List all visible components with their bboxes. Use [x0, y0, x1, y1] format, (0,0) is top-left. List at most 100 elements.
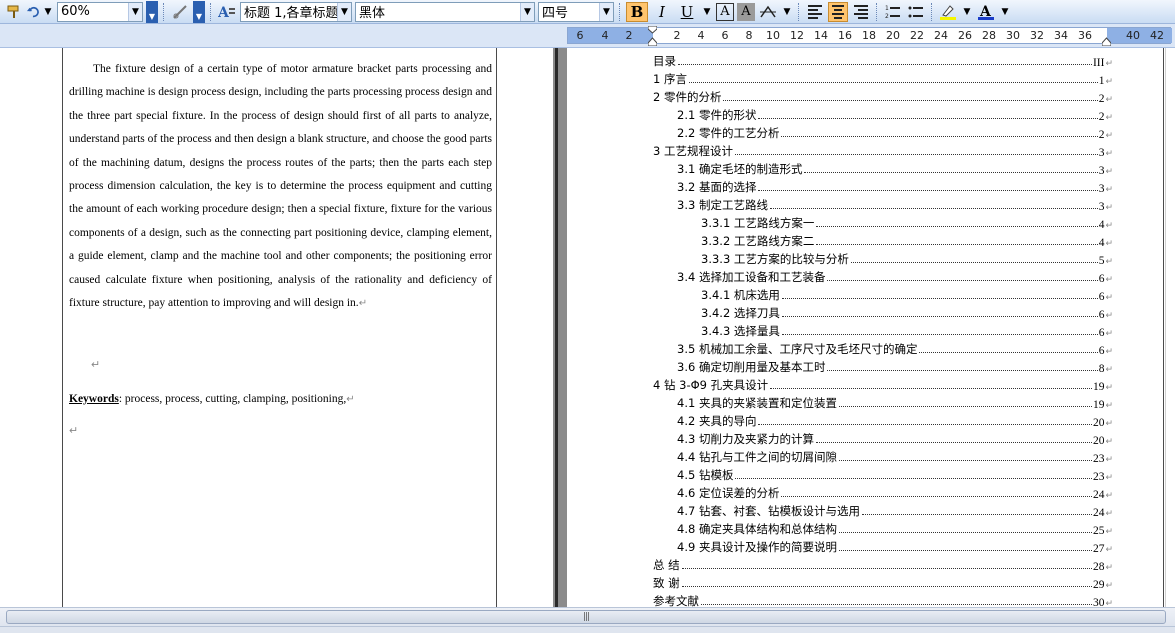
font-color-button[interactable]: A [976, 2, 996, 22]
toc-entry[interactable]: 3.5 机械加工余量、工序尺寸及毛坯尺寸的确定 6 ↵ [653, 339, 1113, 357]
scrollbar-thumb[interactable]: ||| [6, 610, 1166, 624]
toc-leader-dots [861, 514, 1092, 515]
toc-entry[interactable]: 3.4.1 机床选用 6 ↵ [653, 285, 1113, 303]
keywords-line: Keywords: process, process, cutting, cla… [69, 393, 355, 405]
toc-entry-title: 4.7 钻套、衬套、钻模板设计与选用 [677, 504, 860, 518]
toc-entry[interactable]: 3.4 选择加工设备和工艺装备 6 ↵ [653, 267, 1113, 285]
toc-entry[interactable]: 4.1 夹具的夹紧装置和定位装置 19 ↵ [653, 393, 1113, 411]
font-size-dropdown-arrow-icon[interactable]: ▼ [599, 2, 613, 21]
toc-entry[interactable]: 3 工艺规程设计 3 ↵ [653, 141, 1113, 159]
toc-entry[interactable]: 2.1 零件的形状 2 ↵ [653, 105, 1113, 123]
toc-entry-title: 参考文献 [653, 594, 699, 607]
toc-entry[interactable]: 4.8 确定夹具体结构和总体结构 25 ↵ [653, 519, 1113, 537]
highlight-icon[interactable] [938, 2, 958, 22]
font-color-dropdown-arrow-icon[interactable]: ▼ [999, 2, 1011, 22]
undo-icon[interactable] [27, 2, 39, 22]
svg-text:2: 2 [885, 13, 889, 20]
toc-leader-dots [816, 244, 1098, 245]
toc-entry[interactable]: 3.3.3 工艺方案的比较与分析 5 ↵ [653, 249, 1113, 267]
toc-entry[interactable]: 4.2 夹具的导向 20 ↵ [653, 411, 1113, 429]
toc-entry[interactable]: 4.5 钻模板 23 ↵ [653, 465, 1113, 483]
underline-dropdown-arrow-icon[interactable]: ▼ [701, 2, 713, 22]
toc-entry[interactable]: 3.6 确定切削用量及基本工时 8 ↵ [653, 357, 1113, 375]
toc-entry[interactable]: 3.3.2 工艺路线方案二 4 ↵ [653, 231, 1113, 249]
align-left-button[interactable] [805, 2, 825, 22]
numbering-icon[interactable]: 12 [883, 2, 903, 22]
toc-entry[interactable]: 3.2 基面的选择 3 ↵ [653, 177, 1113, 195]
toc-leader-dots [838, 550, 1092, 551]
first-line-indent-marker[interactable] [648, 26, 657, 46]
style-combo[interactable]: 标题 1,各章标题 ▼ [240, 1, 352, 22]
toc-entry-page: 24 [1092, 507, 1105, 519]
toc-entry[interactable]: 4.3 切削力及夹紧力的计算 20 ↵ [653, 429, 1113, 447]
horizontal-ruler[interactable]: 6 4 2 2 4 6 8 10 12 14 16 18 20 22 24 26… [567, 26, 1172, 46]
abstract-paragraph: The fixture design of a certain type of … [69, 58, 492, 315]
paragraph-mark: ↵ [1105, 329, 1113, 339]
toc-entry[interactable]: 总 结 28 ↵ [653, 555, 1113, 573]
font-size-combo[interactable]: 四号 ▼ [538, 1, 614, 22]
toc-entry[interactable]: 4.4 钻孔与工件之间的切屑间隙 23 ↵ [653, 447, 1113, 465]
toc-entry[interactable]: 致 谢 29 ↵ [653, 573, 1113, 591]
text-boundary-left [62, 48, 63, 607]
toc-entry[interactable]: 3.4.3 选择量具 6 ↵ [653, 321, 1113, 339]
toc-entry[interactable]: 1 序言 1 ↵ [653, 69, 1113, 87]
character-shading-button[interactable]: A [737, 2, 755, 21]
toc-entry[interactable]: 3.3.1 工艺路线方案一 4 ↵ [653, 213, 1113, 231]
toolbar-options-icon[interactable]: ▼ [146, 0, 158, 23]
keywords-text: : process, process, cutting, clamping, p… [118, 393, 347, 405]
ruler-tick: 28 [982, 29, 996, 42]
toc-entry[interactable]: 4.7 钻套、衬套、钻模板设计与选用 24 ↵ [653, 501, 1113, 519]
toc-entry-page: 1 [1098, 75, 1105, 87]
toc-entry[interactable]: 3.4.2 选择刀具 6 ↵ [653, 303, 1113, 321]
toc-entry-title: 总 结 [653, 558, 680, 572]
ruler-bar: 6 4 2 2 4 6 8 10 12 14 16 18 20 22 24 26… [0, 24, 1175, 48]
font-combo[interactable]: 黑体 ▼ [355, 1, 535, 22]
toc-entry-title: 目录 [653, 54, 676, 68]
toc-leader-dots [781, 496, 1092, 497]
toc-entry[interactable]: 2.2 零件的工艺分析 2 ↵ [653, 123, 1113, 141]
paragraph-mark: ↵ [1105, 473, 1113, 483]
style-value: 标题 1,各章标题 [244, 6, 337, 21]
ruler-tick: 2 [625, 29, 633, 42]
text-boundary-right [496, 48, 497, 607]
toc-entry[interactable]: 3.3 制定工艺路线 3 ↵ [653, 195, 1113, 213]
paragraph-mark: ↵ [1105, 257, 1113, 267]
font-dropdown-arrow-icon[interactable]: ▼ [520, 2, 534, 21]
toc-entry[interactable]: 2 零件的分析 2 ↵ [653, 87, 1113, 105]
document-page-left[interactable]: The fixture design of a certain type of … [0, 48, 553, 607]
format-painter-icon[interactable] [4, 2, 24, 22]
zoom-dropdown-arrow-icon[interactable]: ▼ [128, 2, 142, 21]
paragraph-mark: ↵ [1105, 77, 1113, 87]
bullets-icon[interactable] [906, 2, 926, 22]
paragraph-mark: ↵ [1105, 221, 1113, 231]
toc-entry[interactable]: 4.9 夹具设计及操作的简要说明 27 ↵ [653, 537, 1113, 555]
align-right-button[interactable] [851, 2, 871, 22]
insert-hyperlink-icon[interactable] [170, 2, 190, 22]
underline-button[interactable]: U [676, 2, 698, 22]
toc-entry[interactable]: 参考文献 30 ↵ [653, 591, 1113, 607]
right-indent-marker[interactable] [1102, 26, 1111, 46]
toc-entry[interactable]: 4.6 定位误差的分析 24 ↵ [653, 483, 1113, 501]
align-center-button[interactable] [828, 1, 848, 22]
document-page-right[interactable]: 目录 III ↵ 1 序言 1 ↵ 2 零件的分析 2 ↵ 2.1 零件的形状 2 ↵ 2.2 零件的工… [567, 48, 1165, 607]
horizontal-scrollbar[interactable]: ||| [0, 607, 1175, 626]
toc-entry[interactable]: 4 钻 3-Φ9 孔夹具设计 19 ↵ [653, 375, 1113, 393]
toc-entry-title: 3.4.1 机床选用 [701, 288, 780, 302]
toc-entry-title: 3 工艺规程设计 [653, 144, 733, 158]
styles-pane-icon[interactable]: A [217, 2, 237, 22]
highlight-dropdown-arrow-icon[interactable]: ▼ [961, 2, 973, 22]
character-scaling-icon[interactable] [758, 2, 778, 22]
character-scaling-dropdown-arrow-icon[interactable]: ▼ [781, 2, 793, 22]
toc-leader-dots [781, 136, 1098, 137]
italic-button[interactable]: I [651, 2, 673, 22]
style-dropdown-arrow-icon[interactable]: ▼ [337, 2, 351, 21]
toc-entry[interactable]: 目录 III ↵ [653, 51, 1113, 69]
character-border-button[interactable]: A [716, 2, 734, 21]
toc-entry[interactable]: 3.1 确定毛坯的制造形式 3 ↵ [653, 159, 1113, 177]
zoom-combo[interactable]: 60% ▼ [57, 1, 143, 22]
ruler-tick: 4 [601, 29, 609, 42]
undo-dropdown-arrow-icon[interactable]: ▼ [42, 2, 54, 22]
toolbar-options-icon-2[interactable]: ▼ [193, 0, 205, 23]
bold-button[interactable]: B [626, 1, 648, 22]
ruler-tick: 18 [862, 29, 876, 42]
